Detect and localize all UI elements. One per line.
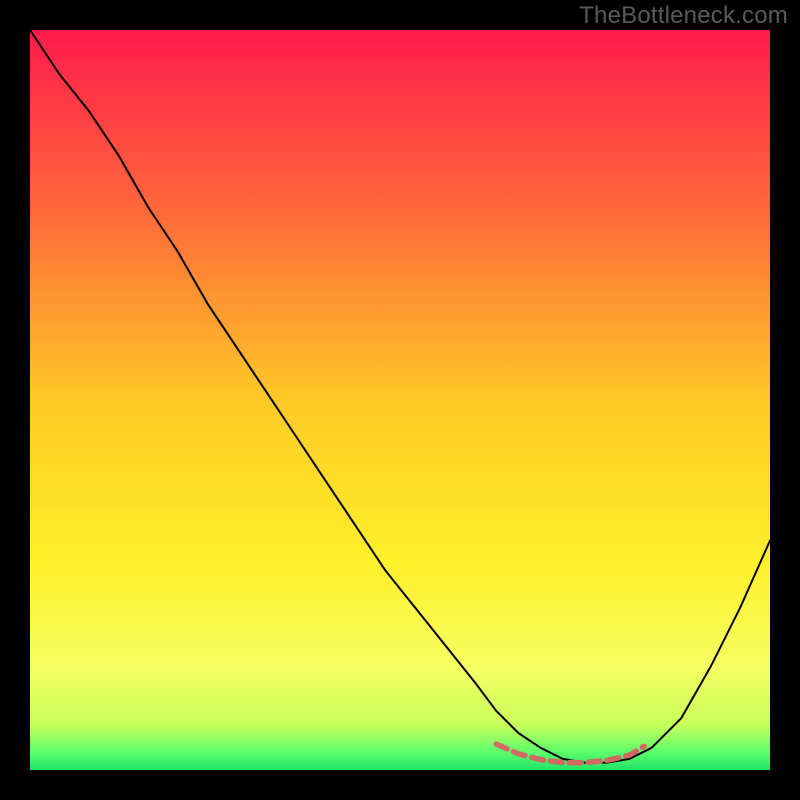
plot-area <box>30 30 770 770</box>
chart-frame: TheBottleneck.com <box>0 0 800 800</box>
gradient-background <box>30 30 770 770</box>
watermark-text: TheBottleneck.com <box>579 2 788 30</box>
chart-svg <box>30 30 770 770</box>
